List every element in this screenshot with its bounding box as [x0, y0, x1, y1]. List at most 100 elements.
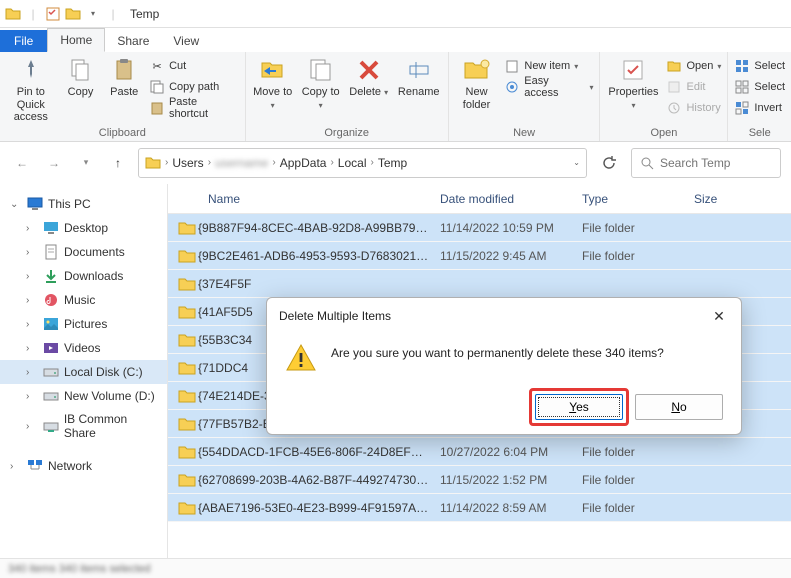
warning-icon	[285, 342, 317, 374]
navigation-tree[interactable]: ⌄This PC ›Desktop ›Documents ›Downloads …	[0, 184, 168, 558]
tree-downloads[interactable]: ›Downloads	[0, 264, 167, 288]
file-date: 11/15/2022 1:52 PM	[430, 473, 572, 487]
tab-home[interactable]: Home	[47, 28, 105, 52]
back-button[interactable]: ←	[10, 151, 34, 175]
file-name: {37E4F5F	[198, 277, 430, 291]
folder-icon	[176, 276, 198, 292]
folder-icon	[176, 360, 198, 376]
address-bar[interactable]: › Users › username › AppData › Local › T…	[138, 148, 587, 178]
tree-videos[interactable]: ›Videos	[0, 336, 167, 360]
history-button: History	[666, 98, 721, 118]
new-folder-button[interactable]: New folder	[455, 56, 499, 111]
ribbon: Pin to Quick access Copy Paste ✂Cut Copy…	[0, 52, 791, 142]
tree-network[interactable]: ›Network	[0, 454, 167, 478]
folder-icon	[176, 500, 198, 516]
recent-locations-button[interactable]: ▾	[74, 151, 98, 175]
table-row[interactable]: {ABAE7196-53E0-4E23-B999-4F91597A98...11…	[168, 494, 791, 522]
column-date[interactable]: Date modified	[430, 192, 572, 206]
properties-button[interactable]: Properties ▾	[606, 56, 660, 111]
drive-icon	[43, 364, 59, 380]
expand-icon[interactable]: ›	[26, 295, 38, 306]
expand-icon[interactable]: ›	[26, 343, 38, 354]
search-box[interactable]	[631, 148, 781, 178]
easy-access-button[interactable]: Easy access ▾	[504, 77, 593, 97]
tree-this-pc[interactable]: ⌄This PC	[0, 192, 167, 216]
tree-desktop[interactable]: ›Desktop	[0, 216, 167, 240]
select-none-button[interactable]: Select	[734, 77, 785, 97]
pin-to-quick-access-button[interactable]: Pin to Quick access	[6, 56, 56, 124]
column-type[interactable]: Type	[572, 192, 684, 206]
expand-icon[interactable]: ›	[26, 367, 38, 378]
refresh-button[interactable]	[595, 149, 623, 177]
search-input[interactable]	[660, 156, 791, 170]
folder-qat-icon[interactable]	[64, 5, 82, 23]
expand-icon[interactable]: ›	[26, 421, 38, 432]
address-dropdown-icon[interactable]: ⌄	[573, 158, 580, 167]
table-row[interactable]: {554DDACD-1FCB-45E6-806F-24D8EFC7B...10/…	[168, 438, 791, 466]
table-row[interactable]: {9B887F94-8CEC-4BAB-92D8-A99BB7972...11/…	[168, 214, 791, 242]
copy-path-button[interactable]: Copy path	[149, 77, 239, 97]
paste-shortcut-icon	[149, 100, 165, 116]
breadcrumb-local[interactable]: Local	[338, 156, 367, 170]
paste-shortcut-button[interactable]: Paste shortcut	[149, 98, 239, 118]
cut-button[interactable]: ✂Cut	[149, 56, 239, 76]
copy-to-button[interactable]: Copy to ▾	[300, 56, 342, 111]
copy-button[interactable]: Copy	[62, 56, 100, 99]
tree-ib-common[interactable]: ›IB Common Share	[0, 408, 167, 444]
paste-button[interactable]: Paste	[105, 56, 143, 99]
file-type: File folder	[572, 221, 684, 235]
no-button[interactable]: No	[635, 394, 723, 420]
up-button[interactable]: ↑	[106, 151, 130, 175]
folder-icon	[176, 304, 198, 320]
select-all-button[interactable]: Select	[734, 56, 785, 76]
tab-share[interactable]: Share	[105, 30, 161, 52]
rename-button[interactable]: Rename	[396, 56, 442, 99]
open-button[interactable]: Open ▾	[666, 56, 721, 76]
qat-dropdown-icon[interactable]: ▾	[84, 5, 102, 23]
breadcrumb-temp[interactable]: Temp	[378, 156, 407, 170]
chevron-right-icon[interactable]: ›	[270, 157, 277, 168]
tree-local-disk[interactable]: ›Local Disk (C:)	[0, 360, 167, 384]
expand-icon[interactable]: ›	[10, 461, 22, 472]
network-drive-icon	[43, 418, 59, 434]
ribbon-group-organize: Move to ▾ Copy to ▾ Delete ▾ Rename Orga…	[246, 52, 449, 141]
chevron-right-icon[interactable]: ›	[206, 157, 213, 168]
delete-button[interactable]: Delete ▾	[348, 56, 390, 99]
tree-pictures[interactable]: ›Pictures	[0, 312, 167, 336]
tab-view[interactable]: View	[161, 30, 211, 52]
table-row[interactable]: {9BC2E461-ADB6-4953-9593-D7683021A9...11…	[168, 242, 791, 270]
yes-button[interactable]: Yes	[535, 394, 623, 420]
properties-qat-icon[interactable]	[44, 5, 62, 23]
tab-file[interactable]: File	[0, 30, 47, 52]
new-item-icon	[504, 58, 520, 74]
forward-button[interactable]: →	[42, 151, 66, 175]
invert-selection-button[interactable]: Invert	[734, 98, 785, 118]
dialog-close-button[interactable]: ✕	[709, 306, 729, 326]
collapse-icon[interactable]: ⌄	[10, 199, 22, 210]
expand-icon[interactable]: ›	[26, 247, 38, 258]
tree-documents[interactable]: ›Documents	[0, 240, 167, 264]
table-row[interactable]: {37E4F5F	[168, 270, 791, 298]
column-name[interactable]: Name	[168, 192, 430, 206]
tree-music[interactable]: ›Music	[0, 288, 167, 312]
expand-icon[interactable]: ›	[26, 319, 38, 330]
breadcrumb-users[interactable]: Users	[172, 156, 203, 170]
table-row[interactable]: {627086​99-203B-4A62-B87F-449274730788}1…	[168, 466, 791, 494]
chevron-right-icon[interactable]: ›	[163, 157, 170, 168]
copy-to-icon	[307, 56, 335, 84]
new-item-button[interactable]: New item ▾	[504, 56, 593, 76]
column-size[interactable]: Size	[684, 192, 791, 206]
chevron-right-icon[interactable]: ›	[328, 157, 335, 168]
dialog-message: Are you sure you want to permanently del…	[331, 342, 664, 360]
tree-new-volume[interactable]: ›New Volume (D:)	[0, 384, 167, 408]
expand-icon[interactable]: ›	[26, 271, 38, 282]
easy-access-icon	[504, 79, 520, 95]
expand-icon[interactable]: ›	[26, 391, 38, 402]
move-to-button[interactable]: Move to ▾	[252, 56, 294, 111]
invert-icon	[734, 100, 750, 116]
scissors-icon: ✂	[149, 58, 165, 74]
chevron-right-icon[interactable]: ›	[368, 157, 375, 168]
breadcrumb-appdata[interactable]: AppData	[280, 156, 327, 170]
breadcrumb-user[interactable]: username	[215, 156, 268, 170]
expand-icon[interactable]: ›	[26, 223, 38, 234]
